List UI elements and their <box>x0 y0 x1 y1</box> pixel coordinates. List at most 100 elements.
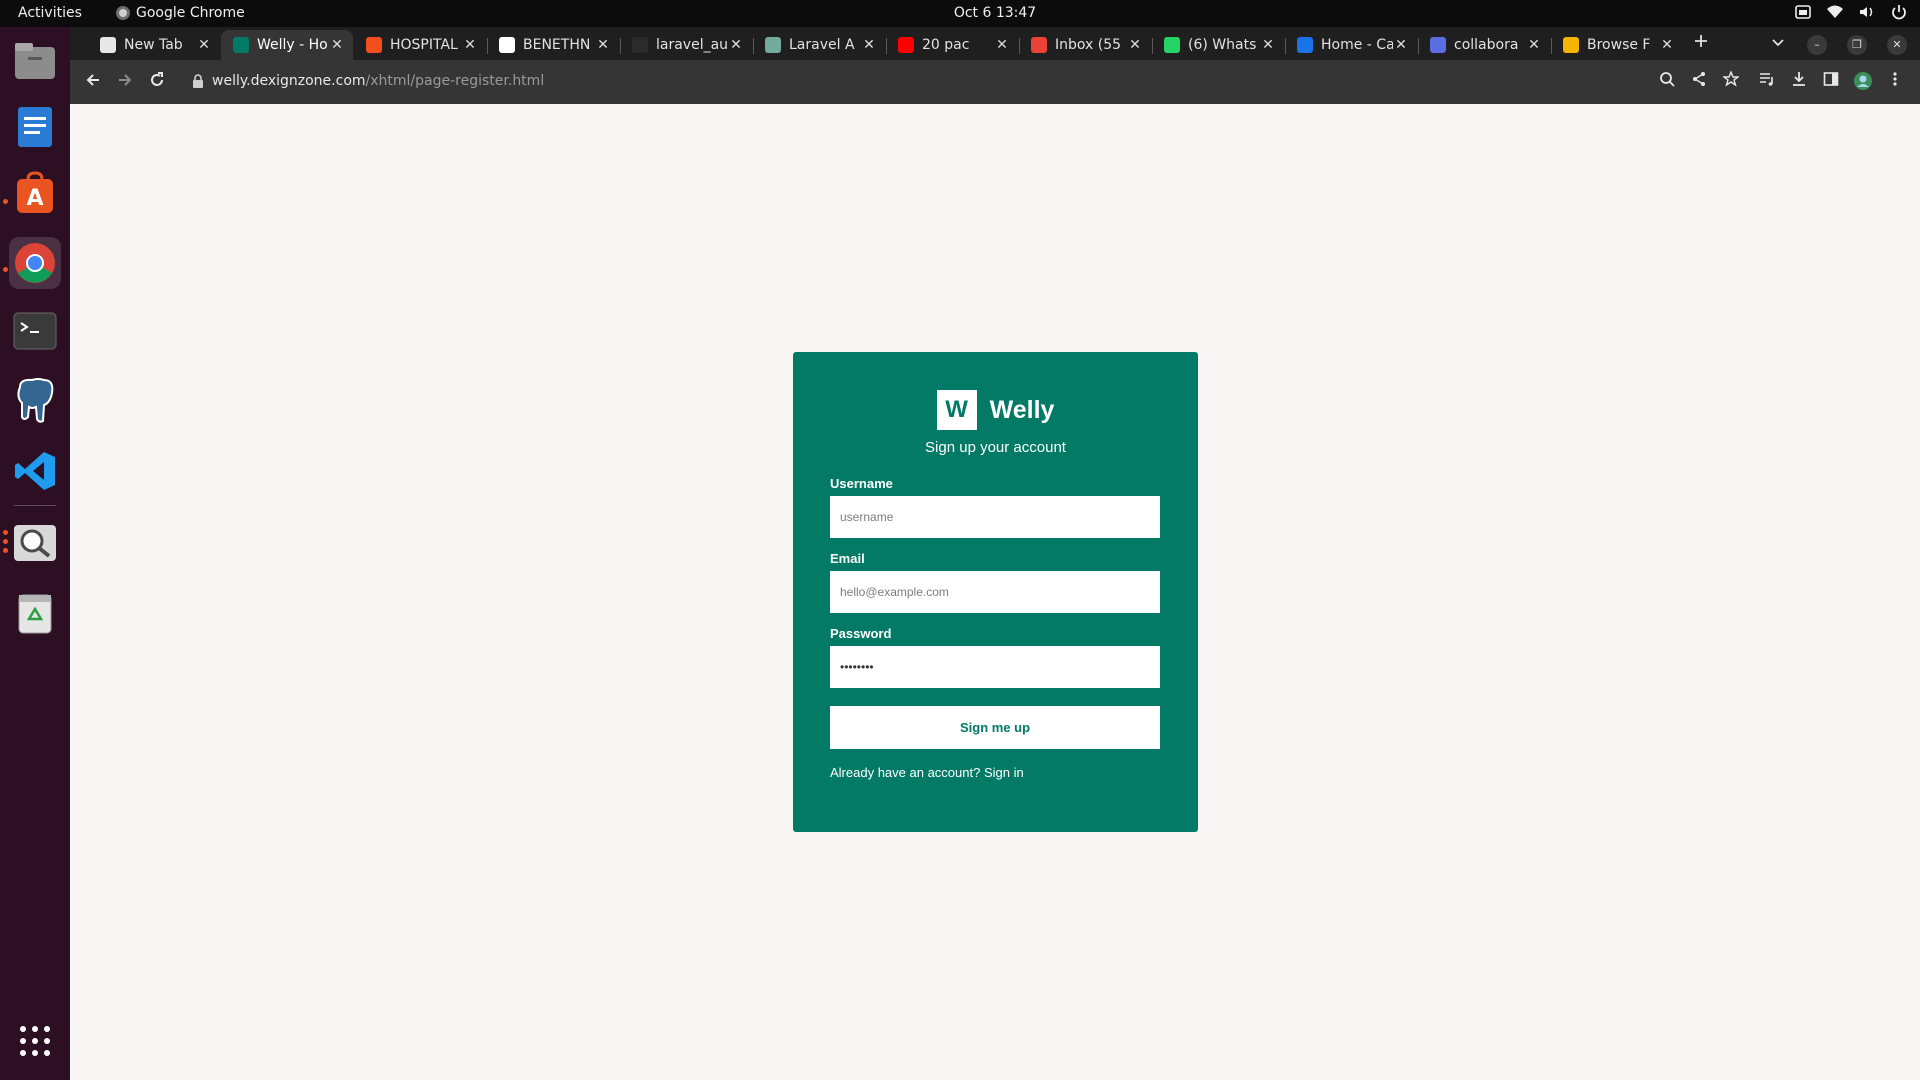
tab-1[interactable]: Welly - Ho ✕ <box>221 30 353 60</box>
tab-favicon-icon <box>1430 37 1446 53</box>
email-field[interactable] <box>830 571 1160 613</box>
dock-chrome[interactable] <box>9 237 61 289</box>
tab-10[interactable]: collabora ✕ <box>1418 30 1550 60</box>
tab-search-button[interactable] <box>1767 33 1789 55</box>
tab-title: Browse F <box>1587 37 1651 53</box>
sign-me-up-button[interactable]: Sign me up <box>830 706 1160 749</box>
screen-share-icon[interactable] <box>1794 3 1812 21</box>
close-window-button[interactable]: ✕ <box>1887 35 1907 55</box>
sign-in-link[interactable]: Sign in <box>984 765 1024 780</box>
media-control-button[interactable] <box>1756 71 1778 93</box>
tab-close-icon[interactable]: ✕ <box>728 37 744 53</box>
tab-3[interactable]: BENETHN ✕ <box>487 30 619 60</box>
tab-close-icon[interactable]: ✕ <box>1526 37 1542 53</box>
profile-button[interactable] <box>1852 71 1874 93</box>
tab-4[interactable]: laravel_au ✕ <box>620 30 752 60</box>
tab-title: 20 pac <box>922 37 970 53</box>
url-path: /xhtml/page-register.html <box>365 73 545 89</box>
tab-6[interactable]: 20 pac ✕ <box>886 30 1018 60</box>
brand-logo: W <box>936 390 977 430</box>
back-button[interactable] <box>82 71 104 93</box>
wifi-icon[interactable] <box>1826 3 1844 21</box>
system-tray[interactable] <box>1794 3 1908 21</box>
dock-vscode[interactable] <box>9 445 61 497</box>
signup-card: W Welly Sign up your account Username Em… <box>793 352 1198 832</box>
close-icon: ✕ <box>1892 38 1902 51</box>
dock-running-indicator <box>3 267 8 272</box>
tab-close-icon[interactable]: ✕ <box>329 37 345 53</box>
forward-button[interactable] <box>114 71 136 93</box>
app-grid-icon <box>20 1026 50 1056</box>
tab-5[interactable]: Laravel A ✕ <box>753 30 885 60</box>
tab-0[interactable]: New Tab ✕ <box>88 30 220 60</box>
volume-icon[interactable] <box>1858 3 1876 21</box>
dock-terminal[interactable] <box>9 305 61 357</box>
tab-separator <box>620 38 621 54</box>
tab-title: collabora <box>1454 37 1519 53</box>
power-icon[interactable] <box>1890 3 1908 21</box>
tab-title: Laravel A <box>789 37 855 53</box>
arrow-left-icon <box>86 74 99 86</box>
brand-name: Welly <box>989 395 1055 424</box>
bookmark-button[interactable] <box>1720 70 1742 93</box>
chevron-down-icon <box>1772 39 1784 47</box>
tab-11[interactable]: Browse F ✕ <box>1551 30 1683 60</box>
tab-title: New Tab <box>124 37 183 53</box>
new-tab-button[interactable] <box>1690 33 1712 55</box>
tab-close-icon[interactable]: ✕ <box>462 37 478 53</box>
tab-separator <box>1152 38 1153 54</box>
chrome-icon <box>15 243 55 283</box>
avatar <box>1854 72 1872 90</box>
zoom-button[interactable] <box>1656 71 1678 93</box>
dock-separator <box>14 505 56 506</box>
tab-title: (6) Whats <box>1188 37 1257 53</box>
password-field[interactable] <box>830 646 1160 688</box>
tab-favicon-icon <box>100 37 116 53</box>
side-panel-button[interactable] <box>1820 71 1842 93</box>
tab-title: Home - Ca <box>1321 37 1393 53</box>
tab-9[interactable]: Home - Ca ✕ <box>1285 30 1417 60</box>
dock-software[interactable]: A <box>9 167 61 219</box>
signin-prompt: Already have an account? <box>830 765 981 780</box>
dock-trash[interactable] <box>9 587 61 639</box>
tab-close-icon[interactable]: ✕ <box>1393 37 1409 53</box>
brand[interactable]: W Welly <box>793 390 1198 430</box>
dock-writer[interactable] <box>9 101 61 153</box>
tab-favicon-icon <box>1164 37 1180 53</box>
maximize-button[interactable]: ❐ <box>1847 35 1867 55</box>
signin-prompt-row: Already have an account? Sign in <box>830 765 1024 780</box>
tab-close-icon[interactable]: ✕ <box>1127 37 1143 53</box>
tab-7[interactable]: Inbox (55 ✕ <box>1019 30 1151 60</box>
tab-close-icon[interactable]: ✕ <box>595 37 611 53</box>
dock-files[interactable] <box>9 35 61 87</box>
dock-pgadmin[interactable] <box>9 375 61 427</box>
files-icon <box>15 43 55 79</box>
tab-close-icon[interactable]: ✕ <box>1659 37 1675 53</box>
downloads-button[interactable] <box>1788 71 1810 93</box>
clock[interactable]: Oct 6 13:47 <box>0 5 1920 21</box>
tab-close-icon[interactable]: ✕ <box>994 37 1010 53</box>
dock-show-apps[interactable] <box>9 1015 61 1067</box>
minimize-icon: – <box>1814 38 1820 51</box>
tab-title: laravel_au <box>656 37 728 53</box>
tab-close-icon[interactable]: ✕ <box>1260 37 1276 53</box>
tab-8[interactable]: (6) Whats ✕ <box>1152 30 1284 60</box>
playlist-icon <box>1760 73 1773 86</box>
minimize-button[interactable]: – <box>1807 35 1827 55</box>
reload-button[interactable] <box>146 71 168 93</box>
tab-favicon-icon <box>1563 37 1579 53</box>
tab-title: HOSPITAL <box>390 37 458 53</box>
url-text[interactable]: welly.dexignzone.com/xhtml/page-register… <box>212 73 544 89</box>
dock-image-viewer[interactable] <box>9 517 61 569</box>
arrow-right-icon <box>119 74 132 86</box>
username-field[interactable] <box>830 496 1160 538</box>
share-button[interactable] <box>1688 71 1710 93</box>
writer-icon <box>18 107 52 147</box>
tab-close-icon[interactable]: ✕ <box>861 37 877 53</box>
chrome-menu-button[interactable] <box>1884 71 1906 93</box>
lock-icon[interactable] <box>192 74 204 88</box>
address-bar[interactable]: welly.dexignzone.com/xhtml/page-register… <box>180 66 1780 98</box>
tab-close-icon[interactable]: ✕ <box>196 37 212 53</box>
tab-2[interactable]: HOSPITAL ✕ <box>354 30 486 60</box>
reload-icon <box>151 72 163 86</box>
